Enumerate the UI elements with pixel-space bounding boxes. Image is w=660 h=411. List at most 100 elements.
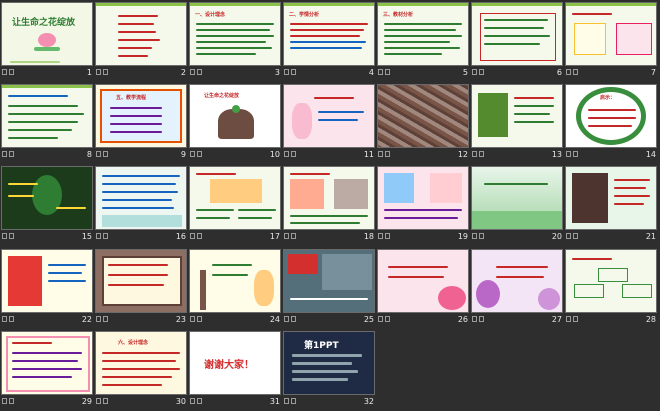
slide-number: 5 xyxy=(462,68,468,77)
slide-thumbnail[interactable]: 22 xyxy=(1,249,95,329)
seedling-graphic xyxy=(218,109,254,139)
slide-preview xyxy=(283,166,375,230)
slide-title: 让生命之花绽放 xyxy=(12,18,76,28)
slide-icons xyxy=(284,69,298,76)
slide-preview: 六、设计理念 xyxy=(95,331,187,395)
slide-preview xyxy=(95,166,187,230)
slide-thumbnail[interactable]: 18 xyxy=(283,166,377,246)
slide-number: 9 xyxy=(180,150,186,159)
slide-thumbnail[interactable]: 26 xyxy=(377,249,471,329)
slide-thumbnail[interactable]: 三、教材分析 5 xyxy=(377,2,471,82)
girl-graphic xyxy=(292,103,312,139)
slide-icons xyxy=(96,316,110,323)
slide-preview: 三、教材分析 xyxy=(377,2,469,66)
slide-thumbnail[interactable]: 2 xyxy=(95,2,189,82)
slide-thumbnail[interactable]: 29 xyxy=(1,331,95,411)
slide-title: 六、设计理念 xyxy=(118,340,149,346)
slide-preview xyxy=(565,249,657,313)
slide-preview xyxy=(1,166,93,230)
slide-number: 19 xyxy=(457,232,468,241)
slide-icons xyxy=(190,233,204,240)
slide-number: 3 xyxy=(274,68,280,77)
slide-number: 10 xyxy=(269,150,280,159)
slide-thumbnail[interactable]: 12 xyxy=(377,84,471,164)
slide-icons xyxy=(566,316,580,323)
slide-thumbnail[interactable]: 19 xyxy=(377,166,471,246)
flowers-graphic xyxy=(538,288,560,310)
slide-thumbnail[interactable]: 五、教学流程 9 xyxy=(95,84,189,164)
slide-number: 21 xyxy=(645,232,656,241)
slide-thumbnail[interactable]: 7 xyxy=(565,2,659,82)
slide-preview: 谢谢大家！ xyxy=(189,331,281,395)
slide-number: 14 xyxy=(645,150,656,159)
slide-preview: 一、设计理念 xyxy=(189,2,281,66)
slide-thumbnail[interactable]: 第1PPT 32 xyxy=(283,331,377,411)
slide-number: 17 xyxy=(269,232,280,241)
slide-preview xyxy=(471,2,563,66)
slide-icons xyxy=(190,151,204,158)
slide-preview: 让生命之花绽放 xyxy=(1,2,93,66)
slide-preview xyxy=(377,249,469,313)
slide-thumbnail[interactable]: 一、设计理念 3 xyxy=(189,2,283,82)
slide-thumbnail[interactable]: 21 xyxy=(565,166,659,246)
slide-number: 26 xyxy=(457,315,468,324)
slide-thumbnail[interactable]: 24 xyxy=(189,249,283,329)
slide-number: 25 xyxy=(363,315,374,324)
slide-icons xyxy=(2,151,16,158)
slide-thumbnail[interactable]: 27 xyxy=(471,249,565,329)
painting-image xyxy=(430,173,462,203)
slide-preview xyxy=(377,84,469,148)
slide-number: 23 xyxy=(175,315,186,324)
flag-graphic xyxy=(288,254,318,274)
slide-number: 12 xyxy=(457,150,468,159)
slide-thumbnail[interactable]: 谢谢大家！ 31 xyxy=(189,331,283,411)
slide-preview xyxy=(189,166,281,230)
slide-icons xyxy=(96,69,110,76)
slide-preview xyxy=(471,166,563,230)
signpost-graphic xyxy=(200,270,206,310)
slide-preview: 五、教学流程 xyxy=(95,84,187,148)
subtitle-line xyxy=(10,61,60,63)
slide-thumbnail[interactable]: 17 xyxy=(189,166,283,246)
slide-icons xyxy=(190,69,204,76)
athletes-photo xyxy=(8,256,42,306)
slide-thumbnail[interactable]: 16 xyxy=(95,166,189,246)
slide-icons xyxy=(96,398,110,405)
slide-sorter-grid: 让生命之花绽放 1 2 一、设计理念 3 二、学情分析 4 三、教材分析 5 6… xyxy=(0,0,660,410)
slide-title: 一、设计理念 xyxy=(195,12,226,18)
slide-thumbnail[interactable]: 启示： 14 xyxy=(565,84,659,164)
slide-number: 20 xyxy=(551,232,562,241)
slide-thumbnail[interactable]: 二、学情分析 4 xyxy=(283,2,377,82)
slide-thumbnail[interactable]: 让生命之花绽放 1 xyxy=(1,2,95,82)
slide-title: 五、教学流程 xyxy=(116,95,147,101)
slide-number: 11 xyxy=(363,150,374,159)
slide-thumbnail[interactable]: 23 xyxy=(95,249,189,329)
slide-number: 15 xyxy=(81,232,92,241)
slide-number: 24 xyxy=(269,315,280,324)
slide-icons xyxy=(284,316,298,323)
slide-title: 三、教材分析 xyxy=(383,12,414,18)
slide-thumbnail[interactable]: 让生命之花绽放 10 xyxy=(189,84,283,164)
slide-thumbnail[interactable]: 六、设计理念 30 xyxy=(95,331,189,411)
painting-image xyxy=(384,173,414,203)
slide-thumbnail[interactable]: 13 xyxy=(471,84,565,164)
slide-thumbnail[interactable]: 11 xyxy=(283,84,377,164)
flower-graphic xyxy=(38,33,56,47)
slide-icons xyxy=(2,69,16,76)
slide-number: 6 xyxy=(556,68,562,77)
slide-thumbnail[interactable]: 15 xyxy=(1,166,95,246)
slide-thumbnail[interactable]: 28 xyxy=(565,249,659,329)
slide-preview xyxy=(565,166,657,230)
slide-preview: 第1PPT xyxy=(283,331,375,395)
slide-icons xyxy=(378,69,392,76)
slide-preview: 启示： xyxy=(565,84,657,148)
slide-number: 13 xyxy=(551,150,562,159)
slide-thumbnail[interactable]: 6 xyxy=(471,2,565,82)
flowers-graphic xyxy=(476,280,500,308)
slide-number: 1 xyxy=(86,68,92,77)
slide-thumbnail[interactable]: 25 xyxy=(283,249,377,329)
slide-icons xyxy=(378,151,392,158)
slide-icons xyxy=(472,69,486,76)
slide-thumbnail[interactable]: 8 xyxy=(1,84,95,164)
slide-thumbnail[interactable]: 20 xyxy=(471,166,565,246)
